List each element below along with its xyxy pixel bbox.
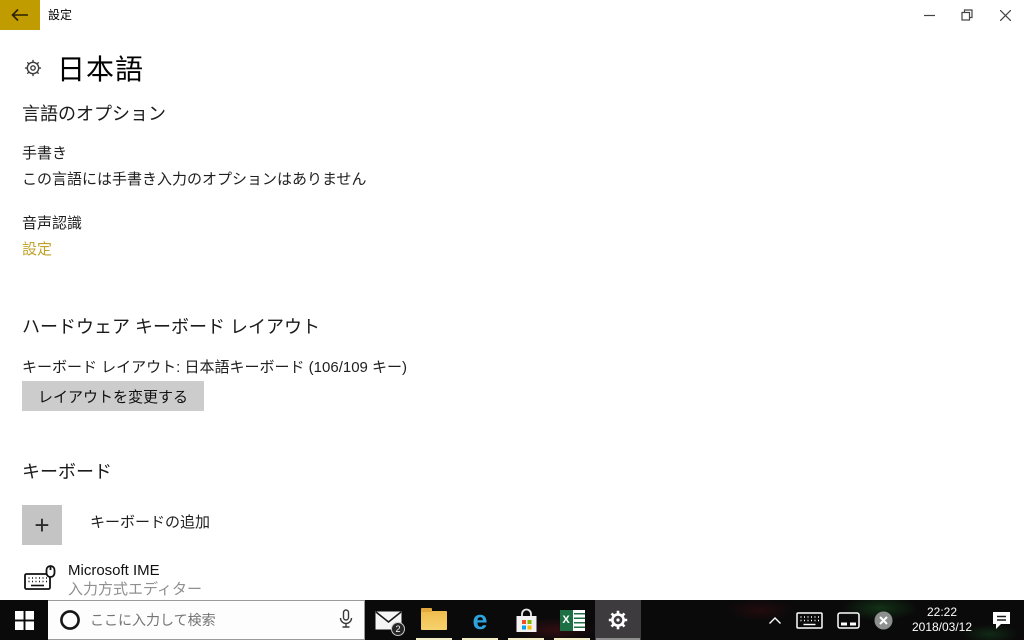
mail-badge: 2	[391, 622, 405, 636]
keyboards-heading: キーボード	[22, 462, 112, 482]
settings-content: 日本語 言語のオプション 手書き この言語には手書き入力のオプションはありません…	[0, 30, 1024, 600]
store-icon	[516, 608, 536, 632]
cortana-icon[interactable]	[58, 608, 82, 632]
add-keyboard-button[interactable]: + キーボードの追加	[22, 505, 210, 545]
excel-icon: X	[559, 609, 585, 631]
minimize-icon	[923, 14, 935, 16]
system-tray: 22:22 2018/03/12	[761, 600, 1024, 640]
window-controls	[910, 0, 1024, 30]
taskbar-search[interactable]	[48, 600, 365, 640]
window-title: 設定	[48, 8, 73, 22]
keyboard-ime-icon	[24, 565, 56, 590]
ime-description: 入力方式エディター	[68, 581, 202, 598]
taskbar-edge-button[interactable]: e	[457, 600, 503, 640]
ime-list-item[interactable]: Microsoft IME 入力方式エディター	[22, 561, 202, 599]
speech-settings-link[interactable]: 設定	[22, 238, 52, 259]
back-button[interactable]	[0, 0, 40, 30]
taskbar: 2 e X	[0, 600, 1024, 640]
speech-label: 音声認識	[22, 215, 83, 232]
settings-gear-icon	[608, 610, 628, 630]
start-button[interactable]	[0, 600, 48, 640]
taskbar-excel-button[interactable]: X	[549, 600, 595, 640]
clock-time: 22:22	[926, 605, 958, 619]
windows-logo-icon	[14, 610, 34, 630]
restore-icon	[961, 9, 973, 21]
plus-icon: +	[22, 505, 62, 545]
microphone-icon[interactable]	[338, 609, 354, 631]
change-layout-button[interactable]: レイアウトを変更する	[22, 381, 205, 411]
gear-icon	[24, 59, 42, 77]
search-input[interactable]	[90, 612, 300, 628]
edge-icon: e	[472, 604, 488, 635]
touchpad-icon	[837, 611, 860, 629]
tray-ime-disabled-button[interactable]	[867, 600, 900, 640]
ime-disabled-icon	[874, 611, 893, 629]
close-button[interactable]	[986, 0, 1024, 30]
touch-keyboard-icon	[796, 611, 823, 629]
keyboard-layout-info: キーボード レイアウト: 日本語キーボード (106/109 キー)	[22, 359, 408, 376]
taskbar-settings-button[interactable]	[595, 600, 641, 640]
ime-name: Microsoft IME	[68, 562, 160, 579]
back-arrow-icon	[11, 8, 28, 22]
chevron-up-icon	[769, 616, 781, 624]
clock-date: 2018/03/12	[911, 620, 973, 634]
add-keyboard-label: キーボードの追加	[90, 514, 211, 531]
action-center-icon	[993, 611, 1010, 629]
file-explorer-icon	[421, 607, 447, 630]
minimize-button[interactable]	[910, 0, 948, 30]
taskbar-store-button[interactable]	[503, 600, 549, 640]
language-options-heading: 言語のオプション	[22, 104, 166, 124]
settings-window: 設定 日本語 言語のオプション 手書き この言語には手書き入力のオプションはあり…	[0, 0, 1024, 640]
titlebar: 設定	[0, 0, 1024, 30]
tray-clock[interactable]: 22:22 2018/03/12	[906, 605, 978, 635]
ime-text: Microsoft IME 入力方式エディター	[68, 561, 202, 599]
handwriting-status: この言語には手書き入力のオプションはありません	[22, 171, 367, 188]
taskbar-apps: 2 e X	[365, 600, 641, 640]
tray-touchpad-button[interactable]	[830, 600, 867, 640]
page-title: 日本語	[57, 54, 145, 85]
page-header: 日本語	[22, 48, 144, 88]
restore-button[interactable]	[948, 0, 986, 30]
hardware-keyboard-heading: ハードウェア キーボード レイアウト	[22, 317, 321, 337]
taskbar-mail-button[interactable]: 2	[365, 600, 411, 640]
close-icon	[999, 9, 1011, 21]
tray-touch-keyboard-button[interactable]	[789, 600, 830, 640]
taskbar-file-explorer-button[interactable]	[411, 600, 457, 640]
handwriting-label: 手書き	[22, 145, 68, 162]
action-center-button[interactable]	[984, 600, 1024, 640]
tray-show-hidden-button[interactable]	[761, 600, 789, 640]
